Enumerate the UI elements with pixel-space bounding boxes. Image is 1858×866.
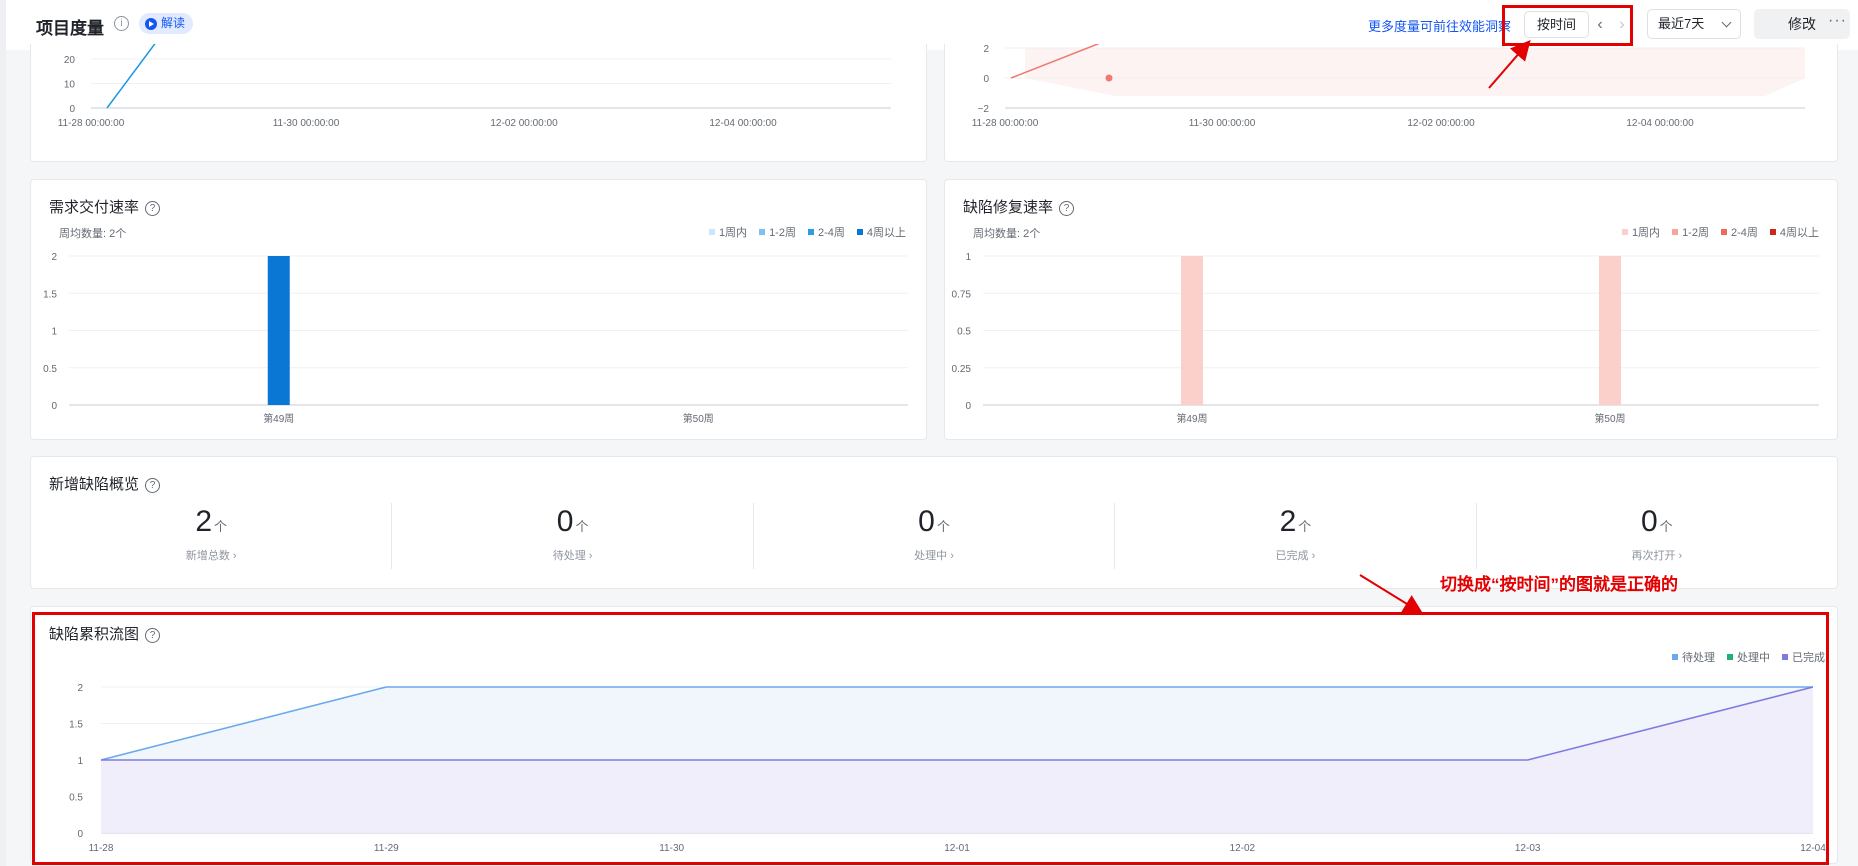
defect-bar-chart: 0 0.25 0.5 0.75 1 第49周 第50周: [952, 252, 1819, 425]
series-line: [106, 36, 161, 109]
interpret-badge[interactable]: 解读: [139, 13, 194, 34]
x-tick-label: 11-28 00:00:00: [58, 118, 125, 129]
bar: [1181, 256, 1203, 405]
stat-value: 0个: [556, 505, 589, 538]
annotation-text: 切换成“按时间”的图就是正确的: [1440, 575, 1678, 594]
y-tick-label: 2: [983, 44, 989, 55]
overview-stats: 2个 新增总数 › 0个 待处理 › 0个 处理中 › 2个 已完成 › 0个 …: [31, 503, 1837, 569]
y-tick-label: 10: [64, 80, 76, 91]
x-tick-label: 第50周: [683, 412, 714, 425]
info-icon[interactable]: i: [114, 16, 129, 31]
x-tick-label: 12-03: [1515, 843, 1541, 854]
y-tick-label: 0.5: [43, 364, 57, 375]
stat-pending[interactable]: 0个 待处理 ›: [392, 503, 754, 569]
x-tick-label: 11-30 00:00:00: [1189, 118, 1256, 129]
overview-title: 新增缺陷概览?: [49, 473, 161, 494]
data-point: [1105, 74, 1113, 82]
top-left-chart-panel: 20 10 0 11-28 00:00:00 11-30 00:00:00 12-02 0…: [30, 36, 927, 162]
x-tick-label: 11-29: [374, 843, 399, 854]
x-tick-label: 12-02 00:00:00: [1407, 118, 1475, 129]
x-tick-label: 12-01: [944, 843, 970, 854]
help-icon[interactable]: ?: [145, 478, 161, 493]
prev-arrow-icon[interactable]: ‹: [1589, 16, 1611, 34]
top-right-chart-panel: 2 0 −2 11-28 00:00:00 11-30 00:00:00 12-02 00…: [944, 42, 1838, 162]
stat-value: 0个: [918, 505, 950, 538]
left-edge-strip: [0, 0, 6, 866]
by-time-button[interactable]: 按时间: [1524, 11, 1590, 38]
interpret-label: 解读: [161, 16, 186, 30]
y-tick-label: 2: [51, 252, 57, 263]
stat-value: 2个: [195, 505, 228, 538]
x-tick-label: 11-30: [659, 843, 684, 854]
x-tick-label: 12-04 00:00:00: [709, 118, 777, 129]
y-tick-label: 0.5: [957, 327, 971, 338]
page-title: 项目度量: [36, 19, 104, 38]
y-tick-label: 2: [77, 683, 83, 694]
defect-rate-panel: 缺陷修复速率? 周均数量: 2个 1周内 1-2周 2-4周 4周以上 0 0.25 0.…: [944, 179, 1838, 440]
stat-reopened[interactable]: 0个 再次打开 ›: [1477, 503, 1837, 569]
demand-bar-chart: 0 0.5 1 1.5 2 第49周 第50周: [43, 252, 908, 425]
more-metrics-link[interactable]: 更多度量可前往效能洞察: [1368, 16, 1518, 35]
cfd-area-chart: 0 0.5 1 1.5 2 11-28 11-29 11-30 12-01 12-02 12-03 1…: [69, 683, 1826, 854]
stat-in-progress[interactable]: 0个 处理中 ›: [754, 503, 1116, 569]
page-header: 项目度量 i 解读 更多度量可前往效能洞察 按时间 ‹ › 最近7天 修改 ··…: [6, 0, 1858, 50]
y-tick-label: 1: [51, 327, 57, 338]
y-tick-label: 0.75: [952, 289, 972, 300]
cfd-panel: 缺陷累积流图? 待处理 处理中 已完成 0 0.5 1 1.5 2 11-28 11-29 11-…: [30, 606, 1838, 864]
stat-total[interactable]: 2个 新增总数 ›: [31, 503, 393, 569]
next-arrow-icon[interactable]: ›: [1611, 16, 1633, 34]
top-left-chart: 20 10 0 11-28 00:00:00 11-30 00:00:00 12-02 0…: [58, 36, 891, 129]
y-tick-label: 0: [51, 401, 57, 412]
y-tick-label: 0.25: [952, 364, 972, 375]
x-tick-label: 12-02 00:00:00: [490, 118, 558, 129]
y-tick-label: 1: [77, 756, 83, 767]
bar: [1599, 256, 1621, 405]
x-tick-label: 12-04: [1800, 843, 1826, 854]
y-tick-label: 20: [64, 55, 76, 66]
y-tick-label: 0: [965, 401, 971, 412]
stat-value: 0个: [1640, 505, 1673, 538]
y-tick-label: −2: [978, 104, 990, 115]
stat-label: 待处理 ›: [552, 550, 593, 562]
demand-rate-panel: 需求交付速率? 周均数量: 2个 1周内 1-2周 2-4周 4周以上 0 0.5 1 1.…: [30, 179, 927, 440]
x-tick-label: 第49周: [1176, 412, 1207, 425]
y-tick-label: 0.5: [69, 793, 83, 804]
stat-done[interactable]: 2个 已完成 ›: [1115, 503, 1477, 569]
stat-label: 再次打开 ›: [1631, 550, 1683, 562]
band-area: [1025, 48, 1805, 96]
date-range-value: 最近7天: [1658, 16, 1705, 31]
y-tick-label: 0: [69, 104, 75, 115]
y-tick-label: 0: [77, 829, 83, 840]
stat-label: 已完成 ›: [1275, 550, 1316, 562]
y-tick-label: 1.5: [69, 720, 83, 731]
date-range-select[interactable]: 最近7天: [1647, 9, 1741, 39]
play-icon: [145, 17, 157, 30]
x-tick-label: 11-28: [89, 843, 114, 854]
y-tick-label: 1: [965, 252, 971, 263]
stat-label: 新增总数 ›: [185, 550, 237, 562]
x-tick-label: 12-02: [1230, 843, 1256, 854]
x-tick-label: 11-28 00:00:00: [972, 118, 1039, 129]
y-tick-label: 0: [983, 74, 989, 85]
chevron-down-icon: [1721, 17, 1732, 28]
top-right-chart: 2 0 −2 11-28 00:00:00 11-30 00:00:00 12-02 00…: [972, 42, 1805, 129]
x-tick-label: 第49周: [263, 412, 294, 425]
bar: [267, 256, 290, 405]
x-tick-label: 第50周: [1594, 412, 1625, 425]
y-tick-label: 1.5: [43, 289, 57, 300]
x-tick-label: 12-04 00:00:00: [1626, 118, 1694, 129]
time-toggle-group: 按时间 ‹ ›: [1524, 10, 1633, 39]
more-options-icon[interactable]: ···: [1828, 12, 1847, 30]
stat-value: 2个: [1279, 505, 1312, 538]
x-tick-label: 11-30 00:00:00: [273, 118, 340, 129]
stat-label: 处理中 ›: [914, 550, 954, 562]
